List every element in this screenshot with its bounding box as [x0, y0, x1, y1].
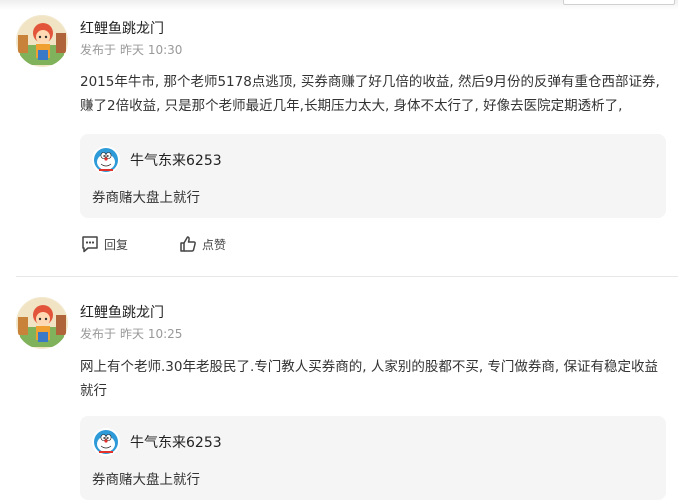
- comment-text: 2015年牛市, 那个老师5178点逃顶, 买券商赚了好几倍的收益, 然后9月份…: [80, 74, 660, 114]
- reply-box[interactable]: 牛气东来6253 券商赌大盘上就行: [80, 416, 666, 500]
- comment-icon: [80, 234, 100, 254]
- reply-button[interactable]: 回复: [80, 234, 128, 254]
- comment-username[interactable]: 红鲤鱼跳龙门: [80, 302, 164, 322]
- like-label: 点赞: [202, 237, 227, 252]
- reply-avatar[interactable]: [92, 428, 120, 456]
- comment-time: 昨天 10:25: [120, 327, 183, 341]
- comment-meta: 发布于 昨天 10:25: [80, 325, 182, 342]
- reply-username[interactable]: 牛气东来6253: [130, 432, 222, 452]
- comment-text: 网上有个老师.30年老股民了.专门教人买券商的, 人家别的股都不买, 专门做券商…: [80, 359, 659, 399]
- reply-username[interactable]: 牛气东来6253: [130, 150, 222, 170]
- comment-divider: [16, 276, 678, 277]
- meta-prefix: 发布于: [80, 43, 117, 57]
- comment-username[interactable]: 红鲤鱼跳龙门: [80, 18, 164, 38]
- like-button[interactable]: 点赞: [178, 234, 226, 254]
- comment-time: 昨天 10:30: [120, 43, 183, 57]
- avatar[interactable]: [16, 297, 68, 349]
- reply-text: 券商赌大盘上就行: [92, 190, 200, 206]
- top-tab-edge: [563, 0, 675, 5]
- meta-prefix: 发布于: [80, 327, 117, 341]
- reply-text: 券商赌大盘上就行: [92, 472, 200, 488]
- avatar[interactable]: [16, 15, 68, 67]
- reply-box[interactable]: 牛气东来6253 券商赌大盘上就行: [80, 134, 666, 218]
- reply-avatar[interactable]: [92, 146, 120, 174]
- thumbs-up-icon: [178, 234, 198, 254]
- reply-label: 回复: [104, 237, 129, 252]
- comment-meta: 发布于 昨天 10:30: [80, 41, 182, 58]
